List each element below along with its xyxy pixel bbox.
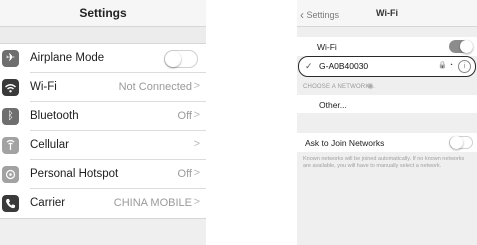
- settings-screen: Settings ✈ Airplane Mode Wi-Fi Not Conne…: [0, 0, 206, 245]
- bluetooth-status: Off: [177, 110, 192, 122]
- airplane-icon: ✈: [2, 50, 19, 67]
- section-header: CHOOSE A NETWORK...: [303, 84, 376, 90]
- settings-row-cellular[interactable]: Cellular >: [0, 131, 206, 160]
- chevron-right-icon: >: [193, 109, 200, 121]
- network-row-other[interactable]: Other...: [297, 95, 477, 113]
- row-label: Airplane Mode: [30, 52, 105, 64]
- network-row-connected[interactable]: ✓ G-A0B40030 🔒 ◔ i: [298, 56, 476, 77]
- chevron-right-icon: >: [193, 196, 200, 208]
- row-label: Wi-Fi: [30, 81, 57, 93]
- row-label: Personal Hotspot: [30, 168, 119, 180]
- other-label: Other...: [319, 100, 347, 110]
- wifi-status: Not Connected: [118, 81, 192, 93]
- hotspot-icon: [2, 166, 19, 183]
- ask-to-join-row: Ask to Join Networks: [297, 133, 477, 152]
- settings-row-bluetooth[interactable]: ᛒ Bluetooth Off >: [0, 102, 206, 131]
- carrier-name: CHINA MOBILE: [113, 197, 192, 209]
- wifi-screen: ‹ Settings Wi-Fi Wi-Fi ✓ G-A0B40030 🔒 ◔ …: [297, 0, 477, 245]
- chevron-right-icon: >: [193, 80, 200, 92]
- settings-row-airplane-mode[interactable]: ✈ Airplane Mode: [0, 44, 206, 73]
- row-label: Carrier: [30, 197, 66, 209]
- chevron-right-icon: >: [193, 138, 200, 150]
- settings-row-personal-hotspot[interactable]: Personal Hotspot Off >: [0, 160, 206, 189]
- airplane-mode-toggle[interactable]: [164, 50, 198, 68]
- settings-row-wifi[interactable]: Wi-Fi Not Connected >: [0, 73, 206, 102]
- wifi-icon: [2, 79, 19, 96]
- row-label: Cellular: [30, 139, 69, 151]
- lock-wifi-signal-icon: 🔒 ◔: [438, 62, 453, 69]
- checkmark-icon: ✓: [305, 61, 313, 71]
- ask-label: Ask to Join Networks: [305, 138, 385, 148]
- network-name: G-A0B40030: [319, 61, 369, 71]
- ask-to-join-toggle[interactable]: [449, 136, 473, 149]
- settings-row-carrier[interactable]: Carrier CHINA MOBILE >: [0, 189, 206, 218]
- page-title: Settings: [79, 6, 127, 20]
- hotspot-status: Off: [177, 168, 192, 180]
- spinner-icon: ✺: [367, 82, 374, 91]
- wifi-label: Wi-Fi: [317, 42, 337, 52]
- wifi-navbar: ‹ Settings Wi-Fi: [297, 0, 477, 27]
- ask-to-join-note: Known networks will be joined automatica…: [303, 156, 465, 169]
- cellular-icon: [2, 137, 19, 154]
- choose-network-header: CHOOSE A NETWORK... ✺: [297, 77, 477, 95]
- chevron-right-icon: >: [193, 167, 200, 179]
- row-label: Bluetooth: [30, 110, 79, 122]
- phone-icon: [2, 195, 19, 212]
- settings-navbar: Settings: [0, 0, 206, 27]
- wifi-toggle-row: Wi-Fi: [297, 37, 477, 56]
- settings-group-connectivity: ✈ Airplane Mode Wi-Fi Not Connected > ᛒ …: [0, 43, 206, 219]
- bluetooth-icon: ᛒ: [2, 108, 19, 125]
- info-icon[interactable]: i: [458, 60, 471, 73]
- page-title: Wi-Fi: [376, 8, 398, 18]
- wifi-toggle[interactable]: [449, 40, 473, 53]
